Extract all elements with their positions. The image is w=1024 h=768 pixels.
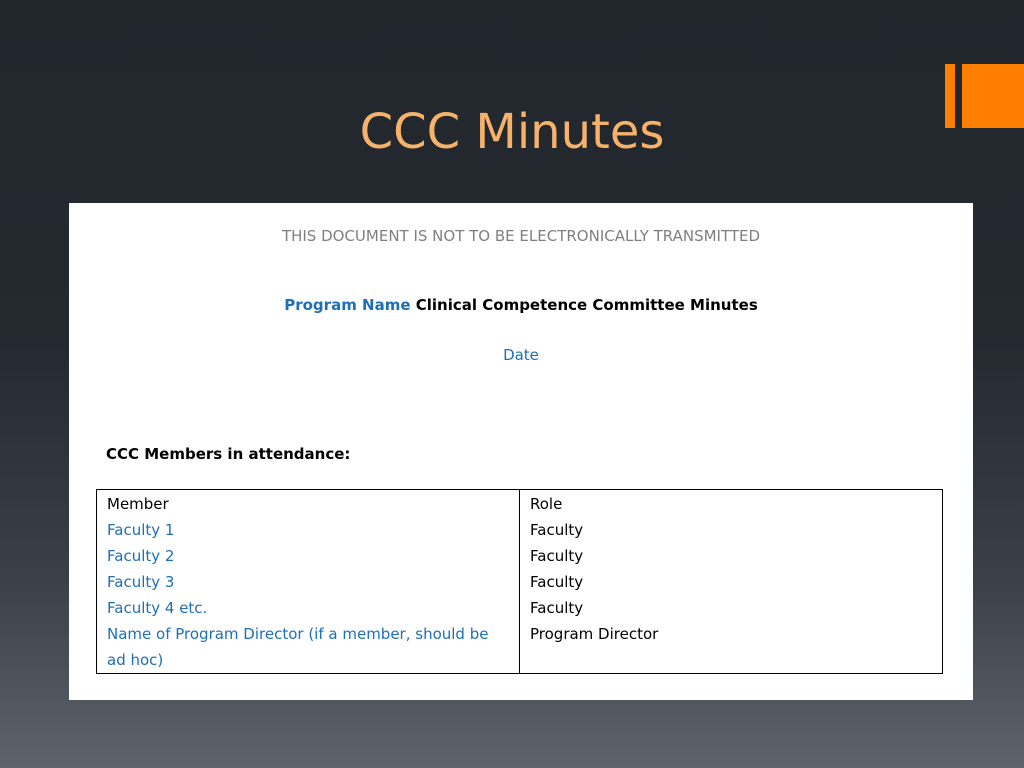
table-row: Faculty 3 Faculty [96,569,943,595]
role-cell: Faculty [519,517,943,543]
slide-title: CCC Minutes [359,104,665,160]
table-row: Name of Program Director (if a member, s… [96,621,943,674]
table-row: Faculty 4 etc. Faculty [96,595,943,621]
table-header-row: Member Role [96,489,943,517]
role-cell: Program Director [519,621,943,674]
document-title-text: Clinical Competence Committee Minutes [415,296,758,314]
role-cell: Faculty [519,595,943,621]
role-cell: Faculty [519,569,943,595]
role-cell: Faculty [519,543,943,569]
table-row: Faculty 2 Faculty [96,543,943,569]
column-header-member: Member [96,489,520,517]
member-cell: Faculty 3 [96,569,520,595]
member-cell: Faculty 4 etc. [96,595,520,621]
document-image: THIS DOCUMENT IS NOT TO BE ELECTRONICALL… [69,203,973,700]
member-cell: Faculty 2 [96,543,520,569]
table-row: Faculty 1 Faculty [96,517,943,543]
document-title: Program Name Clinical Competence Committ… [69,296,973,314]
column-header-role: Role [519,489,943,517]
members-table: Member Role Faculty 1 Faculty Faculty 2 … [96,489,943,674]
members-heading: CCC Members in attendance: [106,445,351,463]
member-cell: Name of Program Director (if a member, s… [96,621,520,674]
program-name: Program Name [284,296,411,314]
member-cell: Faculty 1 [96,517,520,543]
document-notice: THIS DOCUMENT IS NOT TO BE ELECTRONICALL… [281,227,761,245]
document-date: Date [503,346,539,364]
